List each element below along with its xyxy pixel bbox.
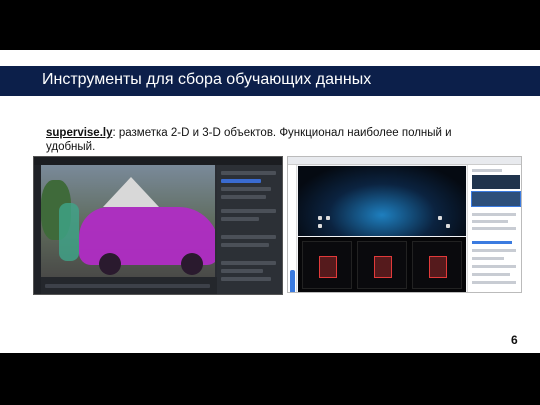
toolbar [34,157,282,165]
screenshot-2d-annotation [33,156,283,295]
panel-row [472,227,516,230]
panel-row [472,257,504,260]
cube-icon [326,216,330,220]
tools-sidebar [34,165,41,294]
point-cloud-view [298,166,466,236]
panel-row [472,213,516,216]
slide-body-text: supervise.ly: разметка 2-D и 3-D объекто… [46,126,486,154]
cube-icon [318,216,322,220]
panel-row [472,169,502,172]
toolbar [288,157,521,165]
active-tool-strip [290,270,295,292]
person-mask [59,203,79,261]
page-number: 6 [511,333,518,347]
bounding-box-3d [319,256,337,278]
panel-row [221,243,269,247]
panel-row-selected [472,241,512,244]
timeline-bar [41,277,217,294]
frame-thumbnail[interactable] [472,175,520,189]
panel-row [221,277,271,281]
wheel-shape [99,253,121,275]
tent-shape [103,177,159,207]
screenshot-3d-annotation [287,156,522,293]
panel-row [221,171,276,175]
supervisely-link[interactable]: supervise.ly [46,127,112,139]
panel-row-selected [221,179,261,183]
panel-row [472,249,516,252]
side-view [357,241,407,289]
panel-row [472,220,508,223]
panel-row [221,195,266,199]
projection-views [298,237,466,292]
panel-row [472,281,516,284]
panel-row [221,217,259,221]
panel-row [221,261,276,265]
slide: Инструменты для сбора обучающих данных s… [0,50,540,353]
title-bar: Инструменты для сбора обучающих данных [0,66,540,96]
panel-row [221,187,271,191]
panel-row [472,273,510,276]
panel-row [472,265,516,268]
bounding-box-3d [429,256,447,278]
tools-sidebar [288,165,297,292]
wheel-shape [181,253,203,275]
panel-row [221,235,276,239]
cube-icon [446,224,450,228]
top-view [302,241,352,289]
timeline-track [45,284,210,288]
panel-row [221,209,276,213]
cube-icon [438,216,442,220]
front-view [412,241,462,289]
annotated-image [41,165,215,277]
frame-thumbnail-selected[interactable] [471,191,521,207]
objects-panel [467,165,521,292]
panel-row [221,269,263,273]
bounding-box-3d [374,256,392,278]
slide-title: Инструменты для сбора обучающих данных [42,71,372,88]
objects-panel [217,165,282,294]
cube-icon [318,224,322,228]
